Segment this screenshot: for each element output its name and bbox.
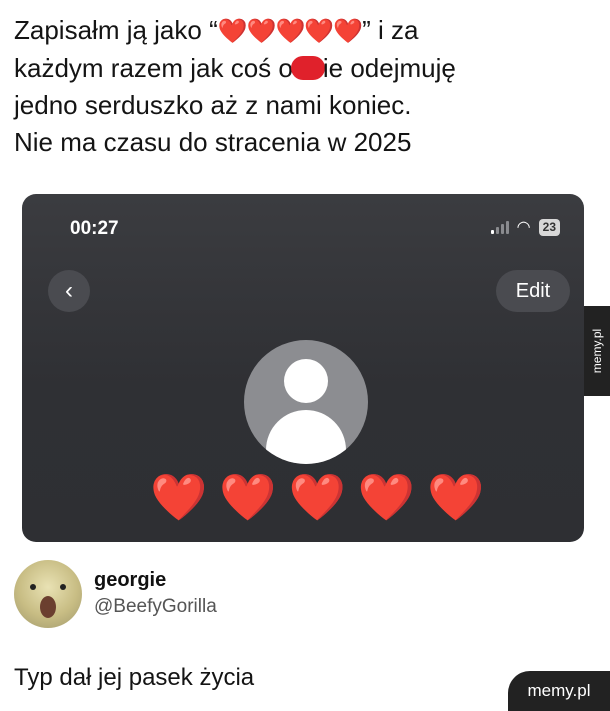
caption-line-4: Nie ma czasu do stracenia w 2025 bbox=[14, 127, 412, 157]
side-watermark: memy.pl bbox=[584, 306, 610, 396]
signal-icon bbox=[490, 221, 509, 234]
caption-text: ” i za bbox=[362, 15, 419, 45]
caption-line-1: Zapisałm ją jako “❤️❤️❤️❤️❤️” i za bbox=[14, 12, 574, 50]
heart-icon: ❤️ bbox=[357, 471, 416, 523]
status-time: 00:27 bbox=[70, 218, 119, 239]
caption-line-3: jedno serduszko aż z nami koniec. bbox=[14, 90, 412, 120]
avatar-eye bbox=[30, 584, 36, 590]
caption-text: każdym razem jak coś o bbox=[14, 53, 293, 83]
bottom-watermark: memy.pl bbox=[508, 671, 610, 711]
status-bar-icons: ◠ 23 bbox=[490, 218, 560, 236]
avatar-eye bbox=[60, 584, 66, 590]
tweet-text: Typ dał jej pasek życia bbox=[14, 664, 255, 691]
inline-hearts: ❤️❤️❤️❤️❤️ bbox=[217, 18, 363, 45]
person-icon-body bbox=[266, 410, 346, 464]
caption-text: Zapisałm ją jako “ bbox=[14, 15, 218, 45]
person-icon bbox=[284, 359, 328, 403]
wifi-icon: ◠ bbox=[516, 218, 531, 236]
back-button[interactable]: ‹ bbox=[48, 270, 90, 312]
caption-line-2: każdym razem jak coś o ie odejmuję bbox=[14, 50, 574, 87]
caption-text: ie odejmuję bbox=[322, 53, 456, 83]
phone-contact-screenshot: 00:27 ◠ 23 ‹ Edit ❤️ ❤️ ❤️ ❤️ ❤️ bbox=[22, 194, 584, 542]
heart-icon: ❤️ bbox=[427, 471, 485, 523]
contact-name-hearts: ❤️ ❤️ ❤️ ❤️ ❤️ bbox=[150, 474, 484, 520]
heart-icon: ❤️ bbox=[150, 471, 208, 523]
avatar-mouth bbox=[40, 596, 56, 618]
post-caption: Zapisałm ją jako “❤️❤️❤️❤️❤️” i za każdy… bbox=[14, 12, 574, 161]
edit-button[interactable]: Edit bbox=[496, 270, 570, 312]
heart-icon: ❤️ bbox=[219, 471, 277, 523]
watermark-text: memy.pl bbox=[590, 328, 605, 374]
author-avatar[interactable] bbox=[14, 560, 82, 628]
heart-icon: ❤️ bbox=[288, 471, 346, 523]
author-name[interactable]: georgie bbox=[94, 569, 166, 592]
contact-avatar bbox=[244, 340, 368, 464]
author-handle[interactable]: @BeefyGorilla bbox=[94, 596, 217, 618]
battery-icon: 23 bbox=[538, 219, 560, 236]
censor-mark bbox=[290, 56, 325, 80]
chevron-left-icon: ‹ bbox=[65, 277, 73, 304]
